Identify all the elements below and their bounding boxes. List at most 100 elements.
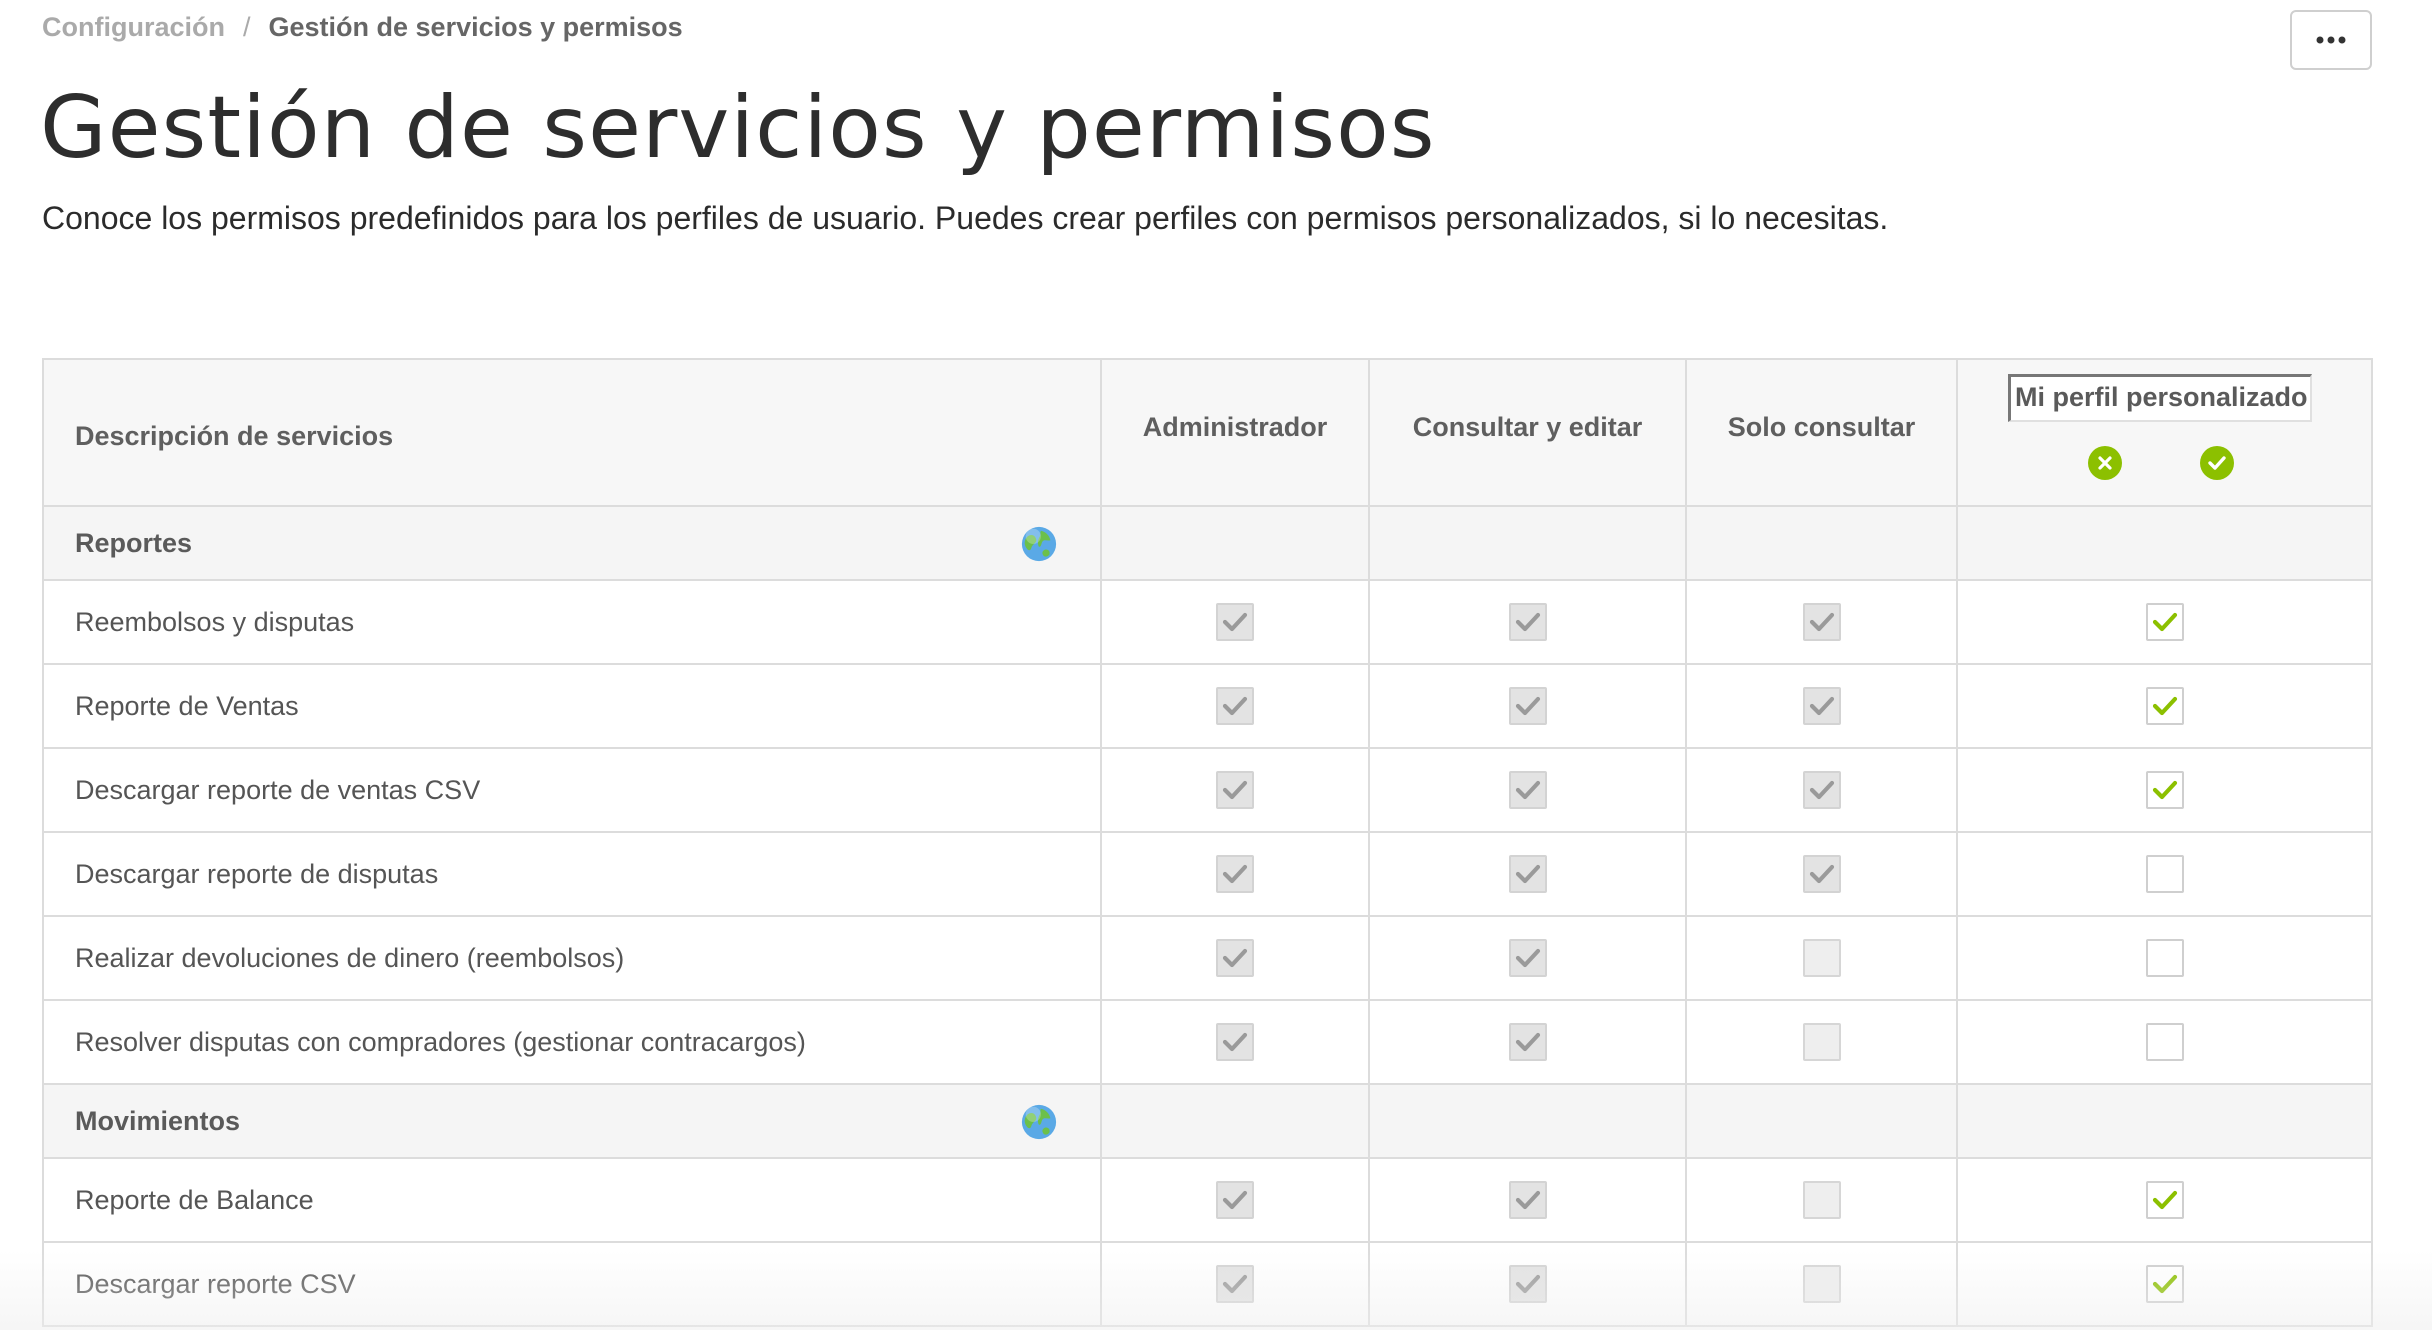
permission-cell	[1100, 831, 1370, 917]
permission-cell	[1685, 999, 1958, 1085]
checkbox-consultar-y-editar-checked	[1508, 687, 1547, 725]
globe-icon	[1021, 1104, 1057, 1140]
section-empty-cell	[1100, 505, 1370, 581]
checkbox-solo-consultar-checked	[1802, 855, 1841, 893]
permission-cell	[1368, 915, 1687, 1001]
checkbox-solo-consultar-unchecked	[1802, 939, 1841, 977]
permission-cell	[1956, 831, 2373, 917]
permission-cell	[1685, 831, 1958, 917]
permission-cell	[1368, 999, 1687, 1085]
permission-cell	[1956, 999, 2373, 1085]
checkbox-custom-profile-checked[interactable]	[2145, 603, 2184, 641]
checkbox-consultar-y-editar-checked	[1508, 1265, 1547, 1303]
table-body: Reportes Reembolsos y disputas Reporte de …	[42, 505, 2373, 1327]
checkbox-solo-consultar-checked	[1802, 771, 1841, 809]
checkbox-solo-consultar-unchecked	[1802, 1181, 1841, 1219]
checkbox-consultar-y-editar-checked	[1508, 771, 1547, 809]
permission-cell	[1685, 579, 1958, 665]
more-horizontal-icon	[2316, 36, 2346, 44]
permission-cell	[1685, 915, 1958, 1001]
checkbox-administrador-checked	[1216, 939, 1254, 977]
cancel-circle-icon[interactable]	[2088, 446, 2122, 480]
page-subtitle: Conoce los permisos predefinidos para lo…	[42, 200, 1889, 236]
permission-cell	[1685, 1241, 1958, 1327]
checkbox-custom-profile-unchecked[interactable]	[2145, 1023, 2184, 1061]
section-empty-cell	[1956, 505, 2373, 581]
table-row: Reporte de Balance	[42, 1157, 2373, 1243]
permission-cell	[1956, 915, 2373, 1001]
permission-cell	[1100, 1157, 1370, 1243]
section-empty-cell	[1956, 1083, 2373, 1159]
checkbox-consultar-y-editar-checked	[1508, 1023, 1547, 1061]
table-row: Descargar reporte de ventas CSV	[42, 747, 2373, 833]
permission-cell	[1956, 663, 2373, 749]
column-header-solo-consultar: Solo consultar	[1685, 358, 1958, 507]
service-description: Reporte de Balance	[42, 1157, 1102, 1243]
permission-cell	[1100, 915, 1370, 1001]
checkbox-administrador-checked	[1216, 603, 1254, 641]
permission-cell	[1368, 747, 1687, 833]
permission-cell	[1956, 1157, 2373, 1243]
breadcrumb-link-configuracion[interactable]: Configuración	[42, 12, 225, 43]
checkbox-custom-profile-checked[interactable]	[2145, 771, 2184, 809]
checkbox-administrador-checked	[1216, 687, 1254, 725]
permission-cell	[1100, 747, 1370, 833]
permission-cell	[1368, 1241, 1687, 1327]
section-empty-cell	[1368, 505, 1687, 581]
section-empty-cell	[1100, 1083, 1370, 1159]
service-description: Reporte de Ventas	[42, 663, 1102, 749]
table-row: Descargar reporte de disputas	[42, 831, 2373, 917]
checkbox-custom-profile-checked[interactable]	[2145, 1265, 2184, 1303]
checkbox-solo-consultar-checked	[1802, 603, 1841, 641]
checkbox-custom-profile-checked[interactable]	[2145, 1181, 2184, 1219]
checkbox-consultar-y-editar-checked	[1508, 603, 1547, 641]
checkbox-custom-profile-unchecked[interactable]	[2145, 939, 2184, 977]
checkbox-consultar-y-editar-checked	[1508, 1181, 1547, 1219]
section-empty-cell	[1685, 1083, 1958, 1159]
breadcrumb-separator: /	[243, 12, 251, 42]
table-row: Resolver disputas con compradores (gesti…	[42, 999, 2373, 1085]
column-header-consultar-y-editar: Consultar y editar	[1368, 358, 1687, 507]
section-title: Reportes	[42, 505, 1102, 581]
table-row: Realizar devoluciones de dinero (reembol…	[42, 915, 2373, 1001]
service-description: Descargar reporte de ventas CSV	[42, 747, 1102, 833]
table-row: Descargar reporte CSV	[42, 1241, 2373, 1327]
service-description: Descargar reporte de disputas	[42, 831, 1102, 917]
checkbox-solo-consultar-unchecked	[1802, 1023, 1841, 1061]
check-circle-icon[interactable]	[2200, 446, 2234, 480]
permission-cell	[1100, 999, 1370, 1085]
checkbox-consultar-y-editar-checked	[1508, 855, 1547, 893]
column-header-description: Descripción de servicios	[42, 358, 1102, 507]
custom-profile-actions	[2088, 446, 2234, 480]
checkbox-administrador-checked	[1216, 855, 1254, 893]
breadcrumb-current: Gestión de servicios y permisos	[268, 12, 683, 42]
section-label: Reportes	[75, 527, 193, 558]
permission-cell	[1685, 747, 1958, 833]
section-empty-cell	[1368, 1083, 1687, 1159]
checkbox-administrador-checked	[1216, 1181, 1254, 1219]
section-row-reportes: Reportes	[42, 505, 2373, 581]
column-header-administrador: Administrador	[1100, 358, 1370, 507]
permission-cell	[1368, 831, 1687, 917]
custom-profile-name-input[interactable]: Mi perfil personalizado	[2008, 374, 2312, 422]
permission-cell	[1956, 747, 2373, 833]
section-title: Movimientos	[42, 1083, 1102, 1159]
checkbox-custom-profile-unchecked[interactable]	[2145, 855, 2184, 893]
more-options-button[interactable]	[2290, 10, 2372, 70]
checkbox-solo-consultar-unchecked	[1802, 1265, 1841, 1303]
permission-cell	[1368, 663, 1687, 749]
table-row: Reembolsos y disputas	[42, 579, 2373, 665]
permission-cell	[1685, 663, 1958, 749]
checkbox-administrador-checked	[1216, 771, 1254, 809]
checkbox-administrador-checked	[1216, 1265, 1254, 1303]
permission-cell	[1685, 1157, 1958, 1243]
permission-cell	[1100, 1241, 1370, 1327]
checkbox-consultar-y-editar-checked	[1508, 939, 1547, 977]
checkbox-custom-profile-checked[interactable]	[2145, 687, 2184, 725]
section-label: Movimientos	[75, 1105, 241, 1136]
permission-cell	[1100, 579, 1370, 665]
permission-cell	[1956, 579, 2373, 665]
section-row-movimientos: Movimientos	[42, 1083, 2373, 1159]
page-title: Gestión de servicios y permisos	[40, 78, 1436, 178]
permission-cell	[1368, 1157, 1687, 1243]
